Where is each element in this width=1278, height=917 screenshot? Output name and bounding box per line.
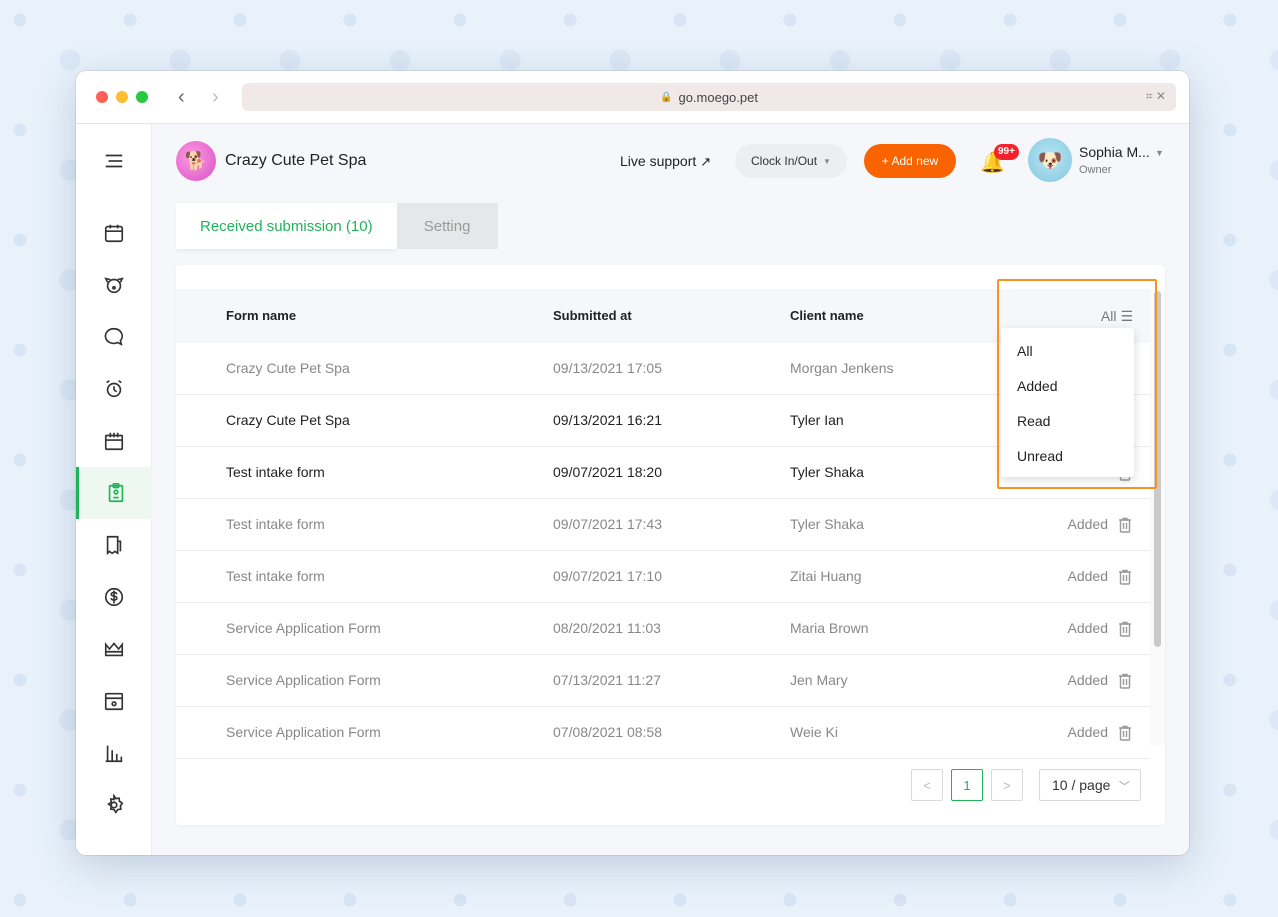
trash-icon[interactable] [1118,517,1132,533]
table-row[interactable]: Service Application Form 08/20/2021 11:03… [176,603,1150,655]
row-client-name: Maria Brown [790,620,869,636]
url-text: go.moego.pet [678,89,758,105]
row-submitted-at: 09/13/2021 17:05 [553,360,662,376]
row-status: Added [1067,516,1108,532]
row-status: Added [1067,672,1108,688]
alarm-icon[interactable] [76,363,152,415]
row-submitted-at: 07/08/2021 08:58 [553,724,662,740]
row-status: Added [1067,620,1108,636]
row-submitted-at: 09/07/2021 17:43 [553,516,662,532]
trash-icon[interactable] [1118,725,1132,741]
translate-icon[interactable]: ⌗ ✕ [1146,89,1166,104]
minimize-window-button[interactable] [116,91,128,103]
row-form-name: Service Application Form [226,672,381,688]
row-client-name: Weie Ki [790,724,838,740]
dollar-icon[interactable] [76,571,152,623]
tab-received-submission[interactable]: Received submission (10) [176,203,397,249]
message-icon[interactable] [76,311,152,363]
row-form-name: Service Application Form [226,724,381,740]
column-client-name: Client name [790,308,864,323]
row-client-name: Tyler Ian [790,412,844,428]
annotation-highlight [997,279,1157,489]
row-client-name: Jen Mary [790,672,848,688]
table-row[interactable]: Test intake form 09/07/2021 17:10 Zitai Hu… [176,551,1150,603]
maximize-window-button[interactable] [136,91,148,103]
row-client-name: Tyler Shaka [790,516,864,532]
live-support-link[interactable]: Live support ↗ [620,153,711,170]
app-header: 🐕 Crazy Cute Pet Spa Live support ↗ Clock… [152,124,1189,199]
clock-in-out-label: Clock In/Out [751,154,818,168]
business-name[interactable]: Crazy Cute Pet Spa [225,152,366,170]
pet-icon[interactable] [76,259,152,311]
business-avatar[interactable]: 🐕 [176,141,216,181]
lock-icon: 🔒 [660,91,673,103]
row-submitted-at: 08/20/2021 11:03 [553,620,661,636]
chevron-down-icon: ﹀ [1119,781,1130,793]
row-form-name: Test intake form [226,568,325,584]
row-status: Added [1067,724,1108,740]
row-submitted-at: 09/07/2021 18:20 [553,464,662,480]
menu-icon[interactable] [76,135,152,187]
user-name[interactable]: Sophia M... [1079,144,1150,160]
page-size-select[interactable]: 10 / page ﹀ [1039,769,1141,801]
row-form-name: Crazy Cute Pet Spa [226,360,350,376]
reports-icon[interactable] [76,727,152,779]
column-form-name: Form name [226,308,297,323]
page-size-label: 10 / page [1052,777,1111,793]
row-form-name: Crazy Cute Pet Spa [226,412,350,428]
table-row[interactable]: Test intake form 09/07/2021 17:43 Tyler Sh… [176,499,1150,551]
user-menu-caret-icon[interactable]: ▼ [1155,148,1164,158]
page-1-button[interactable]: 1 [951,769,983,801]
tab-bar: Received submission (10) Setting [176,203,498,249]
live-support-label: Live support [620,153,697,169]
clock-in-out-button[interactable]: Clock In/Out ▼ [735,144,847,178]
calendar-icon[interactable] [76,207,152,259]
schedule-icon[interactable] [76,415,152,467]
trash-icon[interactable] [1118,673,1132,689]
add-new-button[interactable]: + Add new [864,144,956,178]
browser-titlebar: ‹ › 🔒 go.moego.pet ⌗ ✕ [76,71,1189,124]
row-form-name: Test intake form [226,516,325,532]
row-form-name: Service Application Form [226,620,381,636]
column-submitted-at: Submitted at [553,308,632,323]
crown-icon[interactable] [76,623,152,675]
close-window-button[interactable] [96,91,108,103]
trash-icon[interactable] [1118,621,1132,637]
row-form-name: Test intake form [226,464,325,480]
table-row[interactable]: Service Application Form 07/08/2021 08:58… [176,707,1150,759]
address-bar[interactable]: 🔒 go.moego.pet ⌗ ✕ [242,83,1176,111]
caret-down-icon: ▼ [823,156,831,166]
intake-form-icon[interactable] [76,467,152,519]
row-submitted-at: 09/13/2021 16:21 [553,412,662,428]
row-submitted-at: 07/13/2021 11:27 [553,672,661,688]
row-client-name: Morgan Jenkens [790,360,894,376]
agreement-icon[interactable] [76,519,152,571]
prev-page-button[interactable]: < [911,769,943,801]
back-arrow-icon[interactable]: ‹ [178,85,185,109]
calendar-box-icon[interactable] [76,675,152,727]
user-role: Owner [1079,164,1112,176]
trash-icon[interactable] [1118,569,1132,585]
external-link-icon: ↗ [700,154,712,169]
row-client-name: Tyler Shaka [790,464,864,480]
notification-badge: 99+ [994,144,1019,160]
sidebar [76,124,152,855]
settings-icon[interactable] [76,779,152,831]
tab-setting[interactable]: Setting [396,203,498,249]
row-status: Added [1067,568,1108,584]
row-client-name: Zitai Huang [790,568,862,584]
forward-arrow-icon[interactable]: › [212,85,219,109]
next-page-button[interactable]: > [991,769,1023,801]
row-submitted-at: 09/07/2021 17:10 [553,568,662,584]
user-avatar[interactable]: 🐶 [1028,138,1072,182]
table-row[interactable]: Service Application Form 07/13/2021 11:27… [176,655,1150,707]
